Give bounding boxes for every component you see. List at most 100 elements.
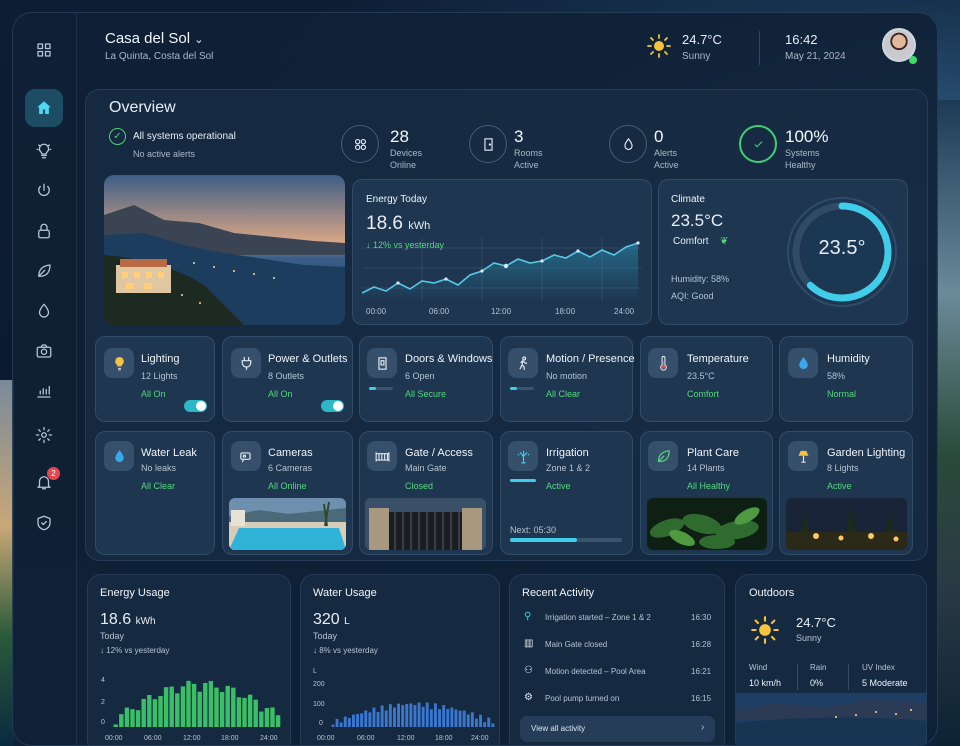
water-usage-unit: L xyxy=(344,616,350,627)
outdoors-condition: Sunny xyxy=(796,633,822,643)
stat-label-1: Rooms xyxy=(514,148,543,158)
bar xyxy=(376,711,380,727)
card-status: All Clear xyxy=(546,389,581,399)
stat-value: 100% xyxy=(785,127,829,146)
home-location: La Quinta, Costa del Sol xyxy=(105,51,214,62)
stat-value: 3 xyxy=(514,127,524,146)
card-status: Active xyxy=(546,481,571,491)
irrigation-progress-fill xyxy=(510,538,578,542)
progress-track xyxy=(510,387,534,390)
irrigation-indicator xyxy=(510,479,536,482)
lighting-toggle[interactable] xyxy=(184,400,207,412)
drop-icon xyxy=(104,441,134,471)
power-toggle[interactable] xyxy=(321,400,344,412)
bar xyxy=(380,705,384,727)
home-title[interactable]: Casa del Sol ⌄ xyxy=(105,30,203,47)
climate-humidity: Humidity: 58% xyxy=(671,274,730,284)
bar xyxy=(152,699,158,727)
energy-bar-chart xyxy=(113,680,281,727)
bell-icon[interactable]: 2 xyxy=(25,463,63,501)
bar xyxy=(242,697,247,727)
bar xyxy=(343,716,347,727)
bulb-icon xyxy=(104,348,134,378)
card-title: Irrigation xyxy=(546,447,589,459)
shield-icon[interactable] xyxy=(25,504,63,542)
home-title-text: Casa del Sol xyxy=(105,30,191,47)
energy-today-number: 18.6 xyxy=(366,213,403,234)
x-tick: 06:00 xyxy=(144,735,162,742)
bulb-icon[interactable] xyxy=(25,132,63,170)
chevron-down-icon[interactable]: ⌄ xyxy=(194,34,203,46)
card-sub: Zone 1 & 2 xyxy=(546,463,591,473)
bar xyxy=(163,687,169,727)
drop-icon[interactable] xyxy=(25,292,63,330)
thermometer-icon xyxy=(648,348,678,378)
card-title: Humidity xyxy=(827,353,870,365)
energy-usage-title: Energy Usage xyxy=(100,587,170,599)
activity-text: Motion detected – Pool Area xyxy=(545,667,646,676)
x-tick: 06:00 xyxy=(357,735,375,742)
card-sub: No leaks xyxy=(141,463,177,473)
uv-label: UV Index xyxy=(862,663,895,672)
bar xyxy=(175,693,180,727)
bar xyxy=(425,702,429,727)
bar xyxy=(458,710,462,727)
card-sub: 14 Plants xyxy=(687,463,725,473)
lock-icon[interactable] xyxy=(25,212,63,250)
home-icon[interactable] xyxy=(25,89,63,127)
bar xyxy=(360,713,364,727)
bar xyxy=(180,686,186,727)
activity-item[interactable]: ⚙ Pool pump turned on 16:15 xyxy=(522,692,714,710)
header-time: 16:42 xyxy=(785,32,818,47)
gear-icon[interactable] xyxy=(25,416,63,454)
wind-label: Wind xyxy=(749,663,768,672)
notification-badge: 2 xyxy=(47,467,60,480)
card-title: Motion / Presence xyxy=(546,353,635,365)
header-condition: Sunny xyxy=(682,51,711,62)
climate-status: Comfort xyxy=(673,236,709,247)
bar xyxy=(405,703,409,727)
sprinkler-icon xyxy=(508,441,538,471)
bar xyxy=(335,719,339,727)
power-icon[interactable] xyxy=(25,172,63,210)
leaf-icon xyxy=(648,441,678,471)
bar xyxy=(130,709,135,727)
tick-label: 24:00 xyxy=(614,307,635,316)
bar xyxy=(225,685,230,727)
activity-time: 16:30 xyxy=(691,613,712,622)
tick-label: 18:00 xyxy=(555,307,576,316)
card-title: Power & Outlets xyxy=(268,353,348,365)
water-bar-chart xyxy=(331,702,495,727)
climate-temp: 23.5°C xyxy=(671,211,724,230)
y-tick: 4 xyxy=(101,677,105,684)
energy-usage-period: Today xyxy=(100,631,125,641)
bar xyxy=(421,706,425,727)
activity-time: 16:21 xyxy=(691,667,712,676)
stat-label: Devices Online xyxy=(390,147,422,171)
card-status: All On xyxy=(268,389,293,399)
card-status: All Clear xyxy=(141,481,176,491)
devices-icon xyxy=(341,125,379,163)
activity-item[interactable]: ▥ Main Gate closed 16:28 xyxy=(522,638,714,656)
rain-value: 0% xyxy=(810,678,824,688)
activity-item[interactable]: ⚲ Irrigation started – Zone 1 & 2 16:30 xyxy=(522,611,714,629)
card-sub: 58% xyxy=(827,371,846,381)
bar xyxy=(462,710,466,727)
bar xyxy=(347,718,351,727)
view-all-activity-button[interactable]: View all activity › xyxy=(520,716,715,742)
leaf-icon[interactable] xyxy=(25,252,63,290)
camera-icon[interactable] xyxy=(25,332,63,370)
stat-label: Alerts Active xyxy=(654,147,679,171)
bar xyxy=(429,709,433,727)
bar xyxy=(413,705,417,727)
x-tick: 12:00 xyxy=(397,735,415,742)
online-indicator xyxy=(909,56,917,64)
grid-icon[interactable] xyxy=(25,31,63,69)
villa-photo xyxy=(104,175,345,325)
chart-icon[interactable] xyxy=(25,372,63,410)
activity-item[interactable]: ⚇ Motion detected – Pool Area 16:21 xyxy=(522,665,714,683)
bar xyxy=(417,702,421,727)
camera-icon xyxy=(231,441,261,471)
bar xyxy=(454,709,458,727)
divider xyxy=(797,664,798,690)
